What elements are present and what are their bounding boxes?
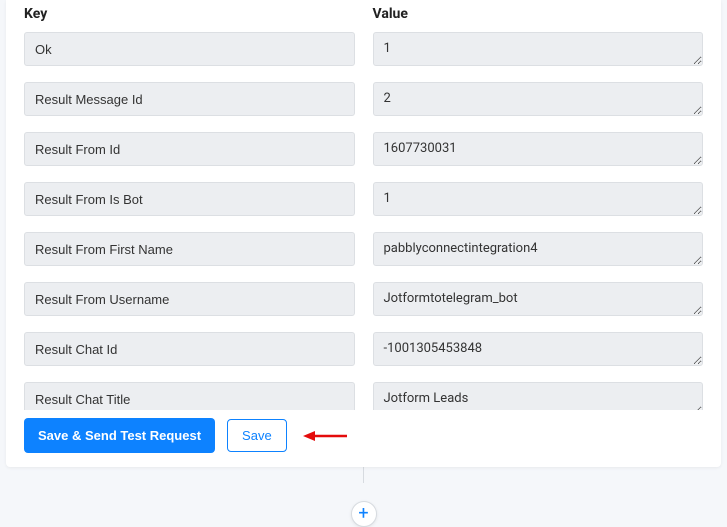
kv-row: 1 [24, 32, 703, 70]
key-input[interactable] [24, 332, 355, 366]
key-input[interactable] [24, 382, 355, 410]
key-input[interactable] [24, 282, 355, 316]
value-input[interactable]: pabblyconnectintegration4 [373, 232, 704, 266]
key-input[interactable] [24, 182, 355, 216]
value-input[interactable]: Jotformtotelegram_bot [373, 282, 704, 316]
header-key: Key [24, 6, 355, 22]
kv-scroll-area[interactable]: Key Value 1 2 1607730031 1 pabblyconnectinte… [6, 0, 721, 410]
value-input[interactable]: Jotform Leads [373, 382, 704, 410]
key-input[interactable] [24, 82, 355, 116]
value-input[interactable]: 1607730031 [373, 132, 704, 166]
kv-rows: 1 2 1607730031 1 pabblyconnectintegration4 Jo… [24, 32, 703, 410]
save-button[interactable]: Save [227, 419, 287, 452]
add-step-button[interactable]: + [351, 501, 377, 527]
value-input[interactable]: 1 [373, 182, 704, 216]
kv-row: pabblyconnectintegration4 [24, 232, 703, 270]
kv-row: 1607730031 [24, 132, 703, 170]
annotation-arrow-icon [303, 429, 347, 443]
kv-row: Jotform Leads [24, 382, 703, 410]
response-panel: Key Value 1 2 1607730031 1 pabblyconnectinte… [6, 0, 721, 467]
kv-row: 2 [24, 82, 703, 120]
plus-icon: + [358, 505, 368, 523]
kv-row: Jotformtotelegram_bot [24, 282, 703, 320]
key-input[interactable] [24, 32, 355, 66]
value-input[interactable]: 1 [373, 32, 704, 66]
flow-connector [363, 467, 364, 483]
kv-row: -1001305453848 [24, 332, 703, 370]
kv-headers: Key Value [24, 0, 703, 32]
key-input[interactable] [24, 232, 355, 266]
save-send-test-button[interactable]: Save & Send Test Request [24, 418, 215, 453]
key-input[interactable] [24, 132, 355, 166]
kv-row: 1 [24, 182, 703, 220]
value-input[interactable]: 2 [373, 82, 704, 116]
footer-actions: Save & Send Test Request Save [6, 410, 721, 467]
header-value: Value [373, 6, 704, 22]
value-input[interactable]: -1001305453848 [373, 332, 704, 366]
